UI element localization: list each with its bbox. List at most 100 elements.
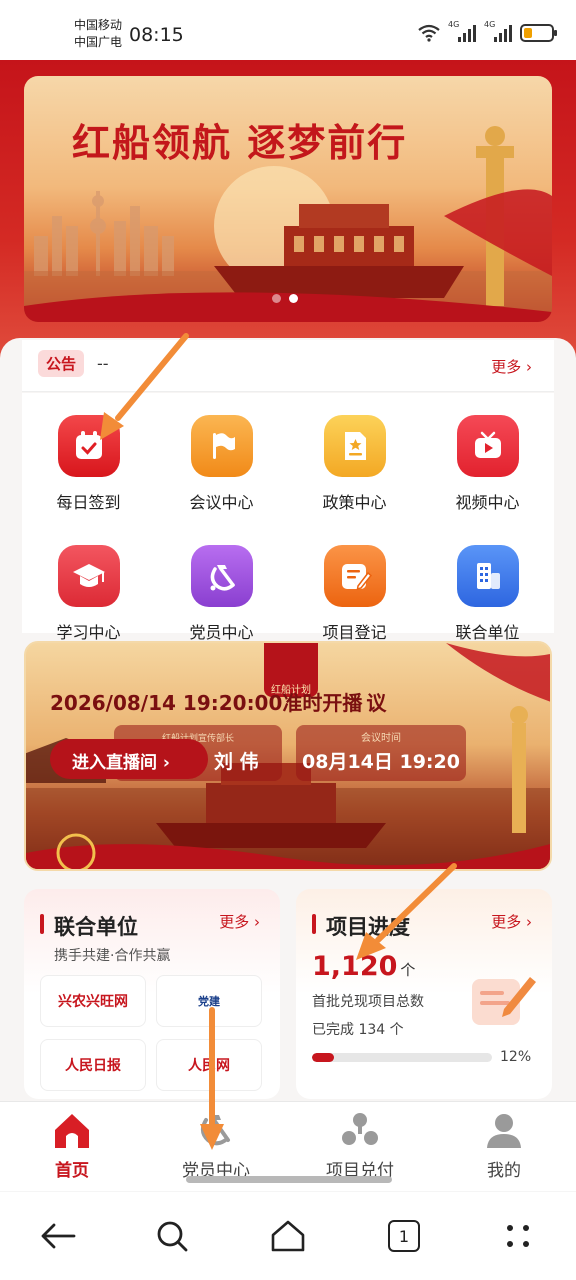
project-total: 1,120 个 — [312, 951, 415, 982]
tab-mine[interactable]: 我的 — [432, 1110, 576, 1181]
document-star-icon — [323, 415, 386, 477]
net-type-2: 4G — [484, 20, 496, 29]
tab-home[interactable]: 首页 — [0, 1110, 144, 1181]
status-clock: 08:15 — [129, 24, 184, 46]
grid-item-meeting-center[interactable]: 会议中心 — [155, 415, 288, 513]
live-stream-card[interactable]: 红船计划 红船计划宣传部长 刘 伟 会议时间 08月14日 19:20 2026… — [24, 641, 552, 871]
units-more-link[interactable]: 更多 › — [219, 911, 260, 932]
live-headline: 2026/08/14 19:20:00准时开播议 — [50, 687, 386, 716]
tabs-count: 1 — [398, 1226, 410, 1246]
menu-button[interactable] — [498, 1216, 538, 1256]
tabs-count-icon: 1 — [388, 1220, 420, 1252]
search-icon — [157, 1221, 188, 1252]
form-edit-icon — [323, 545, 386, 607]
joint-units-card[interactable]: 联合单位 更多 › 携手共建·合作共赢 兴农兴旺网 党建 人民日报 人民网 — [24, 889, 280, 1099]
notice-more-label: 更多 — [491, 358, 522, 376]
signal-icon-1: 4G — [448, 20, 476, 44]
notice-tag: 公告 — [38, 350, 85, 377]
notice-bar[interactable]: 公告 -- 更多 › — [22, 340, 554, 392]
tab-member-center[interactable]: 党员中心 — [144, 1110, 288, 1181]
banner-dot-active[interactable] — [289, 294, 298, 303]
grid-item-study-center[interactable]: 学习中心 — [22, 545, 155, 643]
units-more-label: 更多 — [219, 913, 250, 931]
grid-label: 联合单位 — [455, 623, 520, 642]
project-total-value: 1,120 — [312, 951, 398, 982]
partner-logo[interactable]: 兴农兴旺网 — [40, 975, 146, 1027]
partner-logo[interactable]: 党建 — [156, 975, 262, 1027]
grid-label: 政策中心 — [322, 493, 387, 512]
card-title: 联合单位 — [54, 915, 138, 939]
carrier-1: 中国移动 — [74, 18, 123, 32]
home-indicator[interactable] — [186, 1176, 392, 1183]
progress-more-link[interactable]: 更多 › — [491, 911, 532, 932]
project-progress-card[interactable]: 项目进度 更多 › 1,120 个 首批兑现项目总数 已完成 134 个 12% — [296, 889, 552, 1099]
tab-label: 我的 — [487, 1161, 521, 1181]
grid-item-member-center[interactable]: 党员中心 — [155, 545, 288, 643]
card-accent-bar — [312, 914, 316, 934]
live-headline-text: 2026/08/14 19:20:00准时开播 — [50, 691, 363, 715]
feature-grid: 每日签到 会议中心 政策中心 视频中心 学习中心 党员中心 项目登记 联合单位 — [22, 393, 554, 643]
home-button[interactable] — [268, 1216, 308, 1256]
system-icons: 4G 4G — [418, 20, 557, 44]
org-chart-icon — [342, 1113, 378, 1145]
tv-play-icon — [456, 415, 519, 477]
speaker-name: 刘 伟 — [214, 751, 259, 773]
enter-live-button[interactable]: 进入直播间 › — [50, 739, 208, 779]
status-bar: 中国移动 中国广电 08:15 4G 4G — [0, 0, 576, 60]
project-progress-fill — [312, 1053, 334, 1062]
grid-label: 党员中心 — [189, 623, 254, 642]
back-arrow-icon — [41, 1223, 76, 1249]
banner-title: 红船领航 逐梦前行 — [72, 120, 408, 165]
card-accent-bar — [40, 914, 44, 934]
tabs-button[interactable]: 1 — [384, 1216, 424, 1256]
meeting-time-value: 08月14日 19:20 — [302, 751, 460, 773]
card-title: 项目进度 — [326, 915, 410, 939]
graduation-cap-icon — [57, 545, 120, 607]
calendar-check-icon — [57, 415, 120, 477]
meeting-time-label: 会议时间 — [361, 733, 401, 744]
flag-icon — [190, 415, 253, 477]
signal-icon-2: 4G — [484, 20, 512, 44]
project-progress-bar — [312, 1053, 492, 1062]
banner-pagination — [272, 294, 298, 303]
live-headline-suffix: 议 — [366, 691, 387, 715]
system-nav-bar: 1 — [0, 1192, 576, 1280]
grid-item-project-register[interactable]: 项目登记 — [288, 545, 421, 643]
back-button[interactable] — [38, 1216, 78, 1256]
grid-item-joint-units[interactable]: 联合单位 — [421, 545, 554, 643]
meeting-time-box: 会议时间 08月14日 19:20 — [296, 725, 466, 781]
grid-label: 会议中心 — [189, 493, 254, 512]
notice-more-link[interactable]: 更多 › — [491, 356, 532, 377]
project-total-desc: 首批兑现项目总数 — [312, 994, 424, 1010]
clipboard-pen-illustration — [472, 977, 536, 1025]
building-icon — [456, 545, 519, 607]
tab-project-payment[interactable]: 项目兑付 — [288, 1110, 432, 1181]
project-total-unit: 个 — [400, 961, 416, 979]
partner-logo[interactable]: 人民日报 — [40, 1039, 146, 1091]
carrier-2: 中国广电 — [74, 35, 123, 49]
search-button[interactable] — [152, 1216, 192, 1256]
progress-more-label: 更多 — [491, 913, 522, 931]
tab-label: 首页 — [55, 1161, 89, 1181]
hero-banner[interactable]: 红船领航 逐梦前行 — [24, 76, 552, 322]
project-progress-percent: 12% — [500, 1049, 532, 1065]
battery-icon — [520, 24, 557, 42]
banner-dot[interactable] — [272, 294, 281, 303]
wifi-icon — [418, 24, 440, 42]
grid-item-policy-center[interactable]: 政策中心 — [288, 415, 421, 513]
enter-live-label: 进入直播间 — [72, 753, 157, 773]
partner-logo[interactable]: 人民网 — [156, 1039, 262, 1091]
home-outline-icon — [271, 1220, 305, 1252]
card-subtitle: 携手共建·合作共赢 — [54, 948, 171, 964]
grid-item-video-center[interactable]: 视频中心 — [421, 415, 554, 513]
notice-text: -- — [97, 354, 109, 373]
user-icon — [487, 1114, 521, 1148]
grid-label: 项目登记 — [322, 623, 387, 642]
carrier-info: 中国移动 中国广电 — [74, 17, 122, 51]
grid-label: 每日签到 — [56, 493, 121, 512]
net-type-1: 4G — [448, 20, 460, 29]
grid-item-daily-checkin[interactable]: 每日签到 — [22, 415, 155, 513]
hammer-sickle-icon — [201, 1115, 230, 1146]
project-done-count: 已完成 134 个 — [312, 1022, 404, 1038]
hammer-sickle-icon — [190, 545, 253, 607]
